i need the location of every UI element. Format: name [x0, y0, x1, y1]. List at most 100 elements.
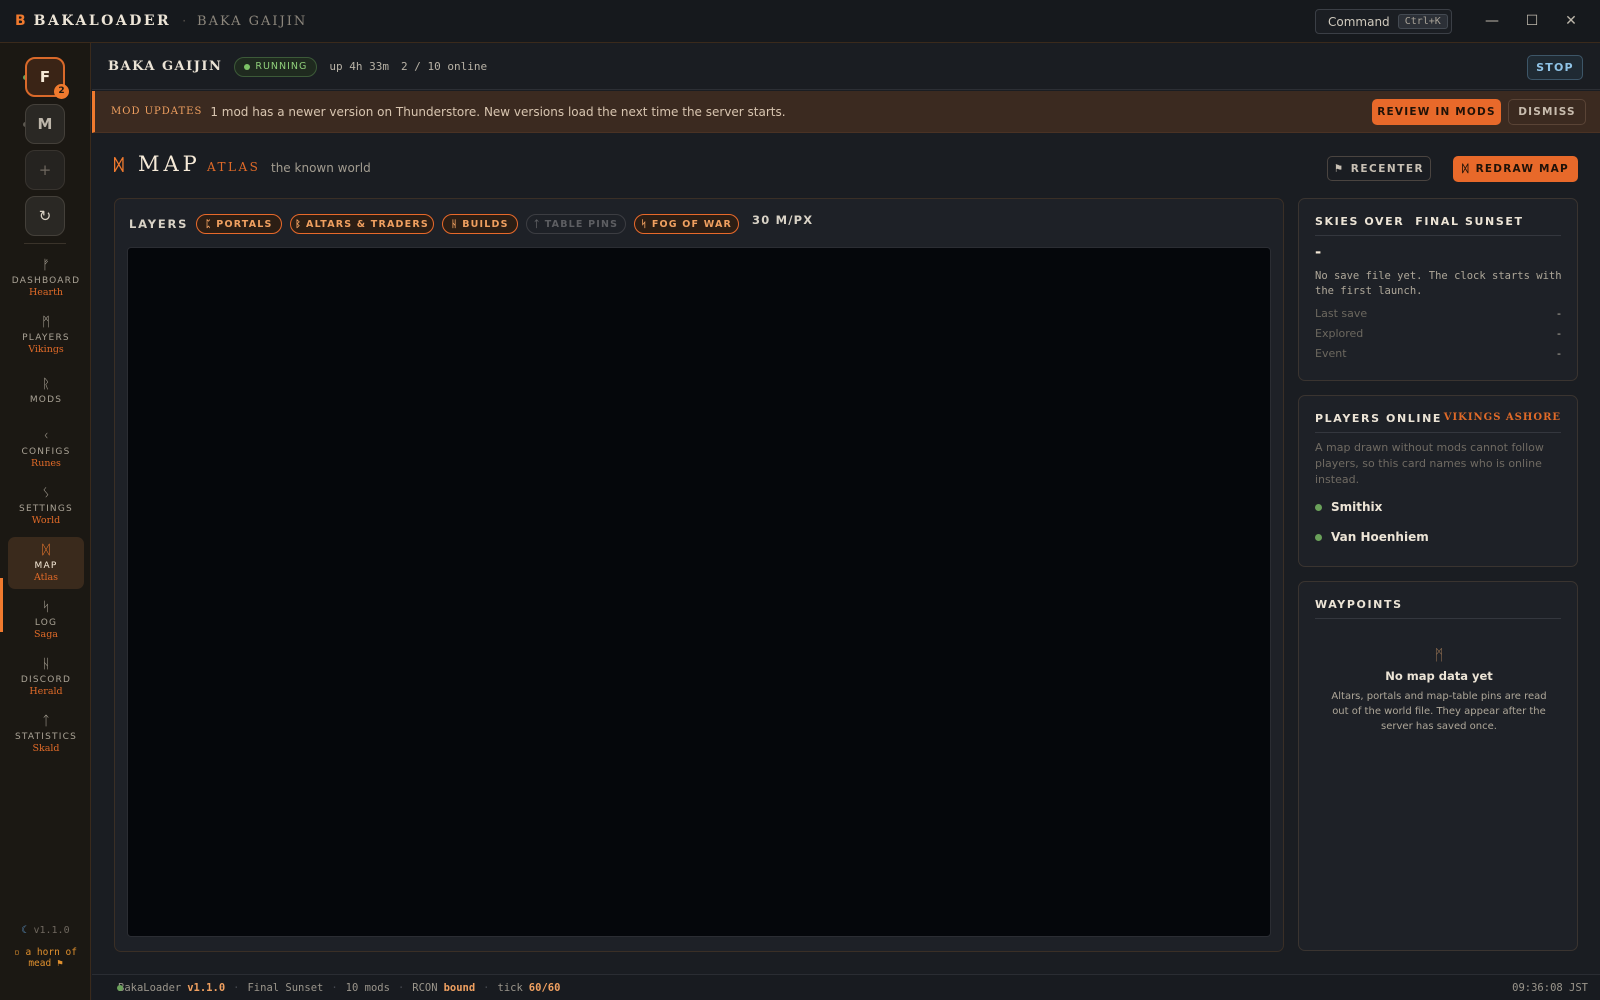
flag-icon: ⚑ — [1333, 162, 1345, 175]
status-tick-value: 60/60 — [528, 981, 561, 994]
map-rune-icon: ᛞ — [114, 155, 124, 174]
nav-item-players[interactable]: ᛗ PLAYERS Vikings — [8, 309, 84, 361]
nav-label: DASHBOARD — [11, 275, 81, 286]
map-canvas[interactable] — [127, 247, 1271, 937]
recenter-button[interactable]: ⚑ RECENTER — [1327, 156, 1431, 181]
map-scale: 30 M/PX — [752, 213, 814, 227]
nav-item-dashboard[interactable]: ᚠ DASHBOARD Hearth — [8, 252, 84, 304]
players-note: A map drawn without mods cannot follow p… — [1315, 441, 1544, 486]
command-label: Command — [1328, 14, 1390, 29]
online-dot-icon — [1315, 533, 1322, 541]
add-server-button[interactable]: + — [25, 150, 65, 190]
map-panel: LAYERS ᛈ PORTALS ᛒ ALTARS & TRADERS ᚺ BU… — [114, 198, 1284, 952]
layer-toggle-altars-traders[interactable]: ᛒ ALTARS & TRADERS — [290, 214, 434, 234]
online-dot-icon — [1315, 503, 1322, 511]
statistics-rune-icon: ᛏ — [42, 713, 50, 729]
nav-label: DISCORD — [20, 674, 72, 685]
altar-rune-icon: ᛒ — [295, 218, 303, 230]
players-rune-icon: ᛗ — [42, 314, 50, 330]
status-separator: · — [483, 981, 490, 994]
nav-item-log[interactable]: ᛋ LOG Saga — [8, 594, 84, 646]
footer-note[interactable]: ▫ a horn of mead ⚑ — [0, 947, 91, 969]
nav-label: PLAYERS — [22, 332, 70, 343]
maximize-icon[interactable]: ☐ — [1522, 11, 1542, 31]
dashboard-rune-icon: ᚠ — [42, 257, 50, 273]
review-in-mods-button[interactable]: REVIEW IN MODS — [1372, 99, 1501, 125]
waypoints-card: WAYPOINTS ᛗ No map data yet Altars, port… — [1298, 581, 1578, 951]
nav-sublabel: Herald — [29, 685, 63, 697]
nav-item-settings[interactable]: ᛊ SETTINGS World — [8, 480, 84, 532]
connection-dot-icon — [117, 985, 123, 991]
recenter-label: RECENTER — [1350, 162, 1425, 175]
layer-toggle-fog-of-war[interactable]: ᛋ FOG OF WAR — [634, 214, 739, 234]
refresh-icon: ↻ — [38, 207, 52, 225]
active-nav-indicator — [0, 578, 3, 632]
nav-item-mods[interactable]: ᚱ MODS — [8, 366, 84, 418]
layer-toggle-portals[interactable]: ᛈ PORTALS — [196, 214, 282, 234]
layer-toggle-builds[interactable]: ᚺ BUILDS — [442, 214, 518, 234]
status-rcon-value: bound — [443, 981, 476, 994]
status-dot-icon — [244, 63, 251, 70]
status-text: RUNNING — [255, 61, 308, 72]
skies-card: SKIES OVER FINAL SUNSET - No save file y… — [1298, 198, 1578, 381]
server-initial: M — [37, 115, 53, 133]
nav-sublabel: Vikings — [28, 343, 64, 355]
redraw-map-button[interactable]: ᛞ REDRAW MAP — [1453, 156, 1578, 182]
sidebar-divider — [24, 243, 66, 244]
stat-value: - — [1557, 307, 1561, 320]
stat-value: - — [1557, 327, 1561, 340]
layer-label: ALTARS & TRADERS — [306, 218, 429, 230]
nav-item-discord[interactable]: ᚺ DISCORD Herald — [8, 651, 84, 703]
status-version: v1.1.0 — [187, 981, 226, 994]
server-header: BAKA GAIJIN RUNNING up 4h 33m 2 / 10 onl… — [92, 44, 1600, 90]
layer-toggle-table-pins[interactable]: ᛏ TABLE PINS — [526, 214, 626, 234]
nav-label: LOG — [34, 617, 58, 628]
nav-item-statistics[interactable]: ᛏ STATISTICS Skald — [8, 708, 84, 760]
portal-rune-icon: ᛈ — [205, 218, 213, 230]
nav-item-map[interactable]: ᛞ MAP Atlas — [8, 537, 84, 589]
server-initial: F — [39, 68, 51, 86]
server-name: BAKA GAIJIN — [108, 59, 223, 74]
footer-note-text: a horn of mead — [25, 947, 77, 969]
mod-updates-banner: MOD UPDATES 1 mod has a newer version on… — [92, 91, 1600, 133]
plus-icon: + — [38, 161, 52, 179]
fog-rune-icon: ᛋ — [640, 218, 648, 230]
online-count: 2 / 10 online — [401, 60, 488, 73]
players-subtitle: VIKINGS ASHORE — [1443, 412, 1561, 423]
nav-sublabel: Skald — [32, 742, 60, 754]
uptime-text: up 4h 33m — [329, 60, 389, 73]
close-icon[interactable]: ✕ — [1561, 11, 1581, 31]
server-button-m[interactable]: M — [25, 104, 65, 144]
nav-item-configs[interactable]: ᚲ CONFIGS Runes — [8, 423, 84, 475]
refresh-button[interactable]: ↻ — [25, 196, 65, 236]
player-item[interactable]: Van Hoenhiem — [1315, 530, 1429, 544]
version-text: v1.1.0 — [33, 925, 70, 936]
page-description: the known world — [271, 161, 371, 175]
skies-title: SKIES OVER FINAL SUNSET — [1315, 215, 1524, 228]
dismiss-button[interactable]: DISMISS — [1508, 99, 1586, 125]
status-tick-label: tick — [497, 981, 523, 994]
nav-sublabel: Runes — [31, 457, 61, 469]
redraw-label: REDRAW MAP — [1475, 163, 1569, 175]
command-palette-button[interactable]: Command Ctrl+K — [1315, 9, 1452, 34]
nav-label: STATISTICS — [15, 731, 77, 742]
card-divider — [1315, 618, 1561, 619]
player-item[interactable]: Smithix — [1315, 500, 1382, 514]
stop-server-button[interactable]: STOP — [1527, 55, 1583, 80]
mods-rune-icon: ᚱ — [42, 377, 50, 392]
settings-rune-icon: ᛊ — [42, 485, 50, 501]
pin-rune-icon: ᛏ — [533, 218, 541, 230]
status-separator: · — [331, 981, 338, 994]
stat-key: Last save — [1315, 307, 1368, 320]
discord-rune-icon: ᚺ — [42, 656, 50, 672]
waypoints-title: WAYPOINTS — [1315, 598, 1403, 611]
card-divider — [1315, 432, 1561, 433]
minimize-icon[interactable]: — — [1482, 11, 1502, 31]
layer-label: FOG OF WAR — [651, 218, 733, 230]
status-separator: · — [397, 981, 405, 994]
page-subtitle: ATLAS — [207, 160, 261, 174]
title-separator: · — [182, 14, 187, 28]
banner-label: MOD UPDATES — [111, 106, 203, 117]
nav-label: MODS — [29, 395, 63, 405]
moon-icon: ☾ — [21, 925, 28, 936]
